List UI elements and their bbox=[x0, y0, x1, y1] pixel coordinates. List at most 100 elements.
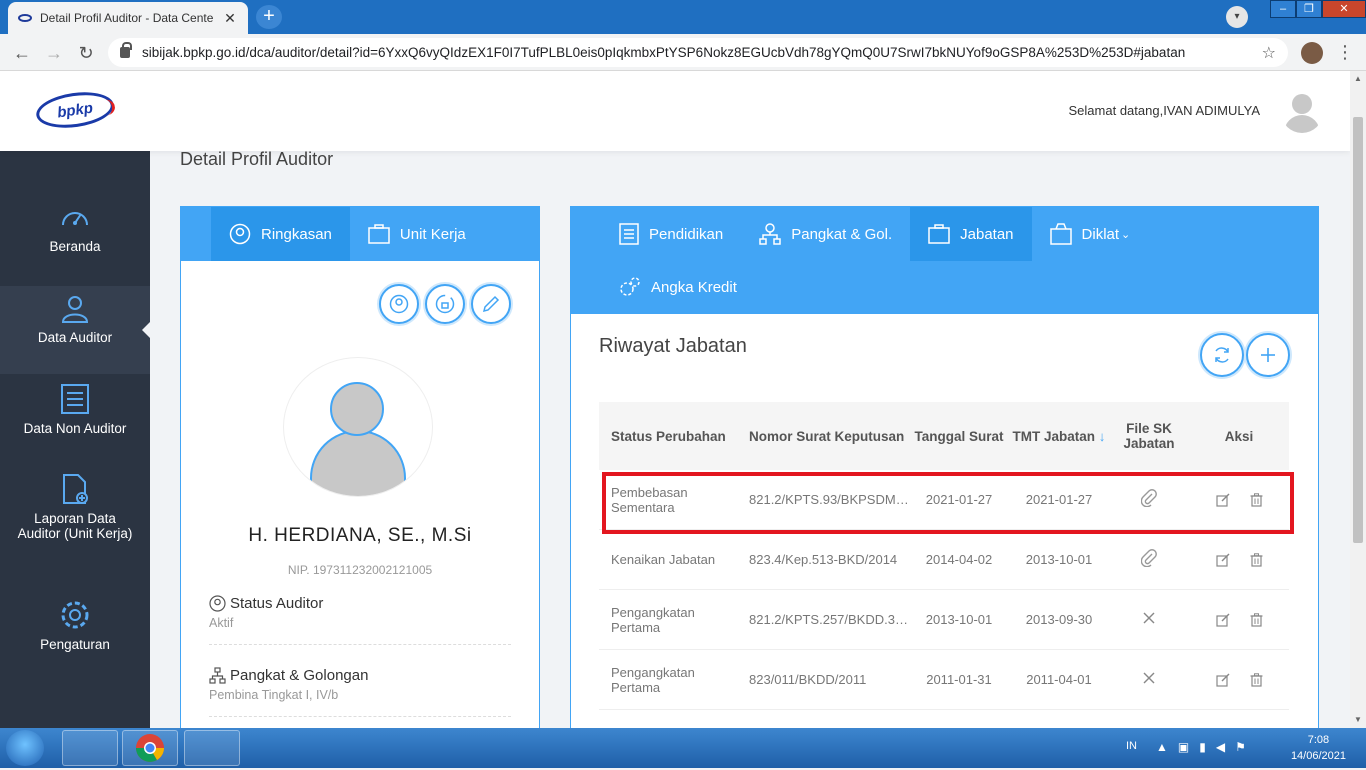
chrome-menu-icon[interactable]: ⋮ bbox=[1336, 42, 1354, 62]
trash-icon[interactable] bbox=[1250, 552, 1263, 567]
language-indicator[interactable]: IN bbox=[1126, 740, 1137, 752]
tab-label: Unit Kerja bbox=[399, 225, 466, 243]
edit-icon[interactable] bbox=[1215, 613, 1230, 627]
trash-icon[interactable] bbox=[1250, 612, 1263, 627]
tab-angka-kredit[interactable]: Angka Kredit bbox=[601, 261, 755, 313]
riwayat-jabatan-table: Status Perubahan Nomor Surat Keputusan T… bbox=[599, 402, 1289, 728]
cell-tmt: 2021-01-27 bbox=[1025, 492, 1093, 507]
chrome-profile-avatar[interactable] bbox=[1301, 42, 1323, 64]
list-icon bbox=[61, 384, 89, 414]
paint-taskbar-icon[interactable] bbox=[184, 730, 240, 766]
detail-tabs: Pendidikan Pangkat & Gol. Jabatan Diklat… bbox=[571, 207, 1318, 314]
tray-device-icon[interactable]: ▣ bbox=[1178, 740, 1189, 754]
col-file[interactable]: File SK Jabatan bbox=[1109, 421, 1189, 451]
edit-icon[interactable] bbox=[1215, 553, 1230, 567]
sidebar-item-laporan[interactable]: Laporan Data Auditor (Unit Kerja) bbox=[0, 473, 150, 541]
window-controls: – ❐ ✕ bbox=[1270, 0, 1366, 18]
table-actions bbox=[1200, 333, 1290, 377]
browser-tab[interactable]: Detail Profil Auditor - Data Cente ✕ bbox=[8, 2, 248, 34]
user-avatar[interactable] bbox=[1281, 91, 1323, 133]
tab-jabatan[interactable]: Jabatan bbox=[910, 207, 1032, 261]
cell-tanggal: 2014-04-02 bbox=[925, 552, 993, 567]
profile-card: Ringkasan Unit Kerja H. HERDIANA, SE., M… bbox=[180, 206, 540, 728]
close-window-button[interactable]: ✕ bbox=[1322, 0, 1366, 18]
security-button[interactable] bbox=[425, 284, 465, 324]
tab-pendidikan[interactable]: Pendidikan bbox=[601, 207, 741, 261]
explorer-taskbar-icon[interactable] bbox=[62, 730, 118, 766]
user-circle-icon bbox=[209, 595, 226, 612]
edit-icon[interactable] bbox=[1215, 493, 1230, 507]
scroll-thumb[interactable] bbox=[1353, 117, 1363, 543]
tray-expand-icon[interactable]: ▲ bbox=[1156, 740, 1168, 754]
bookmark-star-icon[interactable]: ☆ bbox=[1262, 43, 1276, 63]
tab-diklat[interactable]: Diklat ⌄ bbox=[1032, 207, 1149, 261]
cell-aksi bbox=[1189, 492, 1289, 507]
scroll-down-arrow-icon[interactable]: ▼ bbox=[1350, 712, 1366, 728]
edit-profile-button[interactable] bbox=[471, 284, 511, 324]
forward-arrow-icon[interactable]: → bbox=[42, 41, 66, 65]
clock-date: 14/06/2021 bbox=[1290, 750, 1346, 762]
clock[interactable]: 7:08 14/06/2021 bbox=[1291, 732, 1346, 764]
sidebar-item-beranda[interactable]: Beranda bbox=[0, 203, 150, 254]
chrome-icon bbox=[136, 734, 164, 762]
cell-aksi bbox=[1189, 552, 1289, 567]
col-tanggal[interactable]: Tanggal Surat bbox=[909, 429, 1009, 444]
profile-tabs: Ringkasan Unit Kerja bbox=[181, 207, 539, 261]
new-tab-button[interactable]: + bbox=[256, 5, 282, 29]
chrome-taskbar-icon[interactable] bbox=[122, 730, 178, 766]
windows-taskbar: IN ▲ ▣ ▮ ◀ ⚑ 7:08 14/06/2021 bbox=[0, 728, 1366, 768]
x-mark-icon bbox=[1143, 672, 1155, 684]
paperclip-icon[interactable] bbox=[1140, 489, 1157, 508]
network-signal-icon[interactable]: ▮ bbox=[1199, 740, 1206, 754]
tab-search-icon[interactable]: ▾ bbox=[1226, 6, 1248, 28]
sidebar-item-label: Data Auditor bbox=[37, 330, 113, 345]
app-header: bpkp Selamat datang,IVAN ADIMULYA bbox=[0, 71, 1350, 151]
sort-down-arrow-icon: ↓ bbox=[1098, 428, 1106, 444]
refresh-button[interactable] bbox=[1200, 333, 1244, 377]
start-button[interactable] bbox=[6, 730, 44, 766]
sidebar-item-data-non-auditor[interactable]: Data Non Auditor bbox=[0, 383, 150, 436]
add-jabatan-button[interactable] bbox=[1246, 333, 1290, 377]
url-input[interactable]: sibijak.bpkp.go.id/dca/auditor/detail?id… bbox=[108, 38, 1288, 67]
page-scrollbar[interactable]: ▲ ▼ bbox=[1350, 71, 1366, 728]
table-row: Pengangkatan bbox=[599, 710, 1289, 728]
paperclip-icon[interactable] bbox=[1140, 549, 1157, 568]
pencil-icon bbox=[482, 295, 500, 313]
trash-icon[interactable] bbox=[1250, 492, 1263, 507]
tab-label: Angka Kredit bbox=[651, 278, 737, 296]
scroll-up-arrow-icon[interactable]: ▲ bbox=[1350, 71, 1366, 87]
tab-close-icon[interactable]: ✕ bbox=[222, 10, 238, 27]
dashboard-gauge-icon bbox=[62, 212, 88, 226]
action-center-icon[interactable]: ⚑ bbox=[1235, 740, 1246, 754]
volume-icon[interactable]: ◀ bbox=[1216, 740, 1225, 754]
col-nomor[interactable]: Nomor Surat Keputusan bbox=[739, 429, 909, 444]
back-arrow-icon[interactable]: ← bbox=[10, 41, 34, 65]
tab-pangkat-gol[interactable]: Pangkat & Gol. bbox=[741, 207, 910, 261]
cell-nomor: 821.2/KPTS.93/BKPSDM.... bbox=[749, 492, 909, 507]
minimize-button[interactable]: – bbox=[1270, 0, 1296, 18]
bpkp-logo[interactable]: bpkp bbox=[34, 87, 116, 133]
sidebar-item-data-auditor[interactable]: Data Auditor bbox=[0, 286, 150, 374]
trash-icon[interactable] bbox=[1250, 672, 1263, 687]
edit-icon[interactable] bbox=[1215, 673, 1230, 687]
status-value: Aktif bbox=[209, 616, 234, 630]
maximize-button[interactable]: ❐ bbox=[1296, 0, 1322, 18]
table-header: Status Perubahan Nomor Surat Keputusan T… bbox=[599, 402, 1289, 470]
cell-file bbox=[1109, 489, 1189, 510]
cell-file bbox=[1109, 549, 1189, 570]
system-tray: ▲ ▣ ▮ ◀ ⚑ bbox=[1156, 740, 1246, 754]
col-tmt[interactable]: TMT Jabatan ↓ bbox=[1009, 429, 1109, 444]
tab-label: Pendidikan bbox=[649, 225, 724, 243]
sidebar-item-pengaturan[interactable]: Pengaturan bbox=[0, 599, 150, 652]
view-user-button[interactable] bbox=[379, 284, 419, 324]
lock-refresh-icon bbox=[435, 294, 455, 314]
page-viewport: bpkp Selamat datang,IVAN ADIMULYA Berand… bbox=[0, 71, 1350, 728]
cell-tmt: 2013-10-01 bbox=[1025, 552, 1093, 567]
user-circle-icon bbox=[229, 223, 251, 245]
tab-ringkasan[interactable]: Ringkasan bbox=[211, 207, 350, 261]
tab-unit-kerja[interactable]: Unit Kerja bbox=[350, 207, 484, 261]
reload-icon[interactable]: ↻ bbox=[74, 41, 98, 65]
site-favicon-icon bbox=[18, 14, 32, 22]
profile-photo bbox=[283, 357, 433, 497]
col-status[interactable]: Status Perubahan bbox=[599, 429, 739, 444]
